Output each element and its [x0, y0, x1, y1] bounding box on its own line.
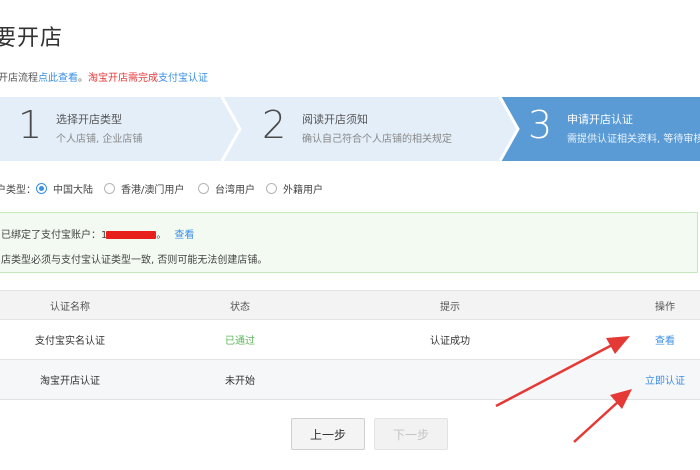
radio-foreign-label: 外籍用户 — [283, 184, 323, 196]
step-3-desc: 需提供认证相关资料, 等待审核 — [567, 134, 700, 145]
notice-bar: 开店流程点此查看。淘宝开店需完成支付宝认证 — [0, 69, 208, 84]
header-auth-name: 认证名称 — [50, 301, 90, 313]
radio-hk-macau[interactable]: 香港/澳门用户 — [104, 180, 184, 196]
step-2: 2 阅读开店须知 确认自己符合个人店铺的相关规定 — [222, 97, 500, 161]
radio-unchecked-icon — [266, 182, 277, 194]
redacted-account — [106, 231, 157, 239]
start-auth-link[interactable]: 立即认证 — [645, 372, 685, 387]
action-cell: 查看 — [615, 320, 700, 359]
auth-hint: 认证成功 — [430, 336, 470, 347]
radio-unchecked-icon — [104, 182, 115, 194]
auth-hint — [380, 360, 520, 399]
auth-name: 淘宝开店认证 — [40, 376, 100, 387]
step-2-title: 阅读开店须知 — [302, 113, 368, 126]
step-3-number: 3 — [528, 103, 553, 147]
table-row: 淘宝开店认证 未开始 立即认证 — [0, 360, 700, 400]
radio-hk-macau-label: 香港/澳门用户 — [121, 184, 185, 196]
radio-taiwan-label: 台湾用户 — [215, 184, 255, 196]
step-1-title: 选择开店类型 — [56, 113, 122, 126]
header-action: 操作 — [655, 301, 675, 313]
notice-warning: 淘宝开店需完成 — [88, 73, 158, 84]
alipay-info-panel: 已绑定了支付宝账户：1 。查看 店类型必须与支付宝认证类型一致, 否则可能无法创建… — [0, 212, 698, 273]
step-3-title: 申请开店认证 — [567, 113, 633, 126]
auth-table: 认证名称 状态 提示 操作 支付宝实名认证 已通过 认证成功 查看 淘宝开店认证… — [0, 290, 700, 400]
seller-type-label: 户类型： — [0, 185, 36, 196]
step-2-number: 2 — [262, 103, 287, 147]
radio-mainland[interactable]: 中国大陆 — [36, 180, 93, 196]
action-cell: 立即认证 — [615, 360, 700, 399]
alipay-account-text: 已绑定了支付宝账户：1 — [1, 230, 108, 241]
alipay-auth-link[interactable]: 支付宝认证 — [158, 73, 208, 84]
alipay-account-line: 已绑定了支付宝账户：1 。查看 — [1, 226, 194, 241]
step-1-number: 1 — [18, 103, 43, 147]
store-type-notice: 店类型必须与支付宝认证类型一致, 否则可能无法创建店铺。 — [1, 255, 268, 266]
header-hint: 提示 — [440, 301, 460, 313]
step-2-desc: 确认自己符合个人店铺的相关规定 — [302, 134, 452, 145]
table-row: 支付宝实名认证 已通过 认证成功 查看 — [0, 320, 700, 360]
status-badge: 已通过 — [225, 336, 255, 347]
page-title: 要开店 — [0, 26, 64, 51]
alipay-account-suffix: 。 — [156, 230, 167, 241]
step-1-desc: 个人店铺, 企业店铺 — [56, 134, 143, 145]
table-header: 认证名称 状态 提示 操作 — [0, 290, 700, 320]
radio-foreign[interactable]: 外籍用户 — [266, 180, 323, 196]
step-3: 3 申请开店认证 需提供认证相关资料, 等待审核 — [500, 97, 700, 161]
radio-taiwan[interactable]: 台湾用户 — [198, 180, 255, 196]
notice-text: 开店流程 — [0, 73, 38, 84]
radio-unchecked-icon — [198, 182, 209, 194]
status-badge: 未开始 — [225, 376, 255, 387]
auth-name: 支付宝实名认证 — [35, 336, 105, 347]
header-status: 状态 — [230, 301, 250, 313]
radio-checked-icon — [36, 182, 47, 194]
step-1: 1 选择开店类型 个人店铺, 企业店铺 — [0, 97, 222, 161]
next-step-button[interactable]: 下一步 — [374, 418, 448, 450]
notice-punct: 。 — [78, 73, 88, 84]
view-link[interactable]: 查看 — [655, 332, 675, 347]
account-view-link[interactable]: 查看 — [174, 230, 194, 241]
radio-mainland-label: 中国大陆 — [53, 184, 93, 196]
step-progress: 1 选择开店类型 个人店铺, 企业店铺 2 阅读开店须知 确认自己符合个人店铺的… — [0, 97, 700, 161]
process-view-link[interactable]: 点此查看 — [38, 73, 78, 84]
prev-step-button[interactable]: 上一步 — [291, 418, 365, 450]
